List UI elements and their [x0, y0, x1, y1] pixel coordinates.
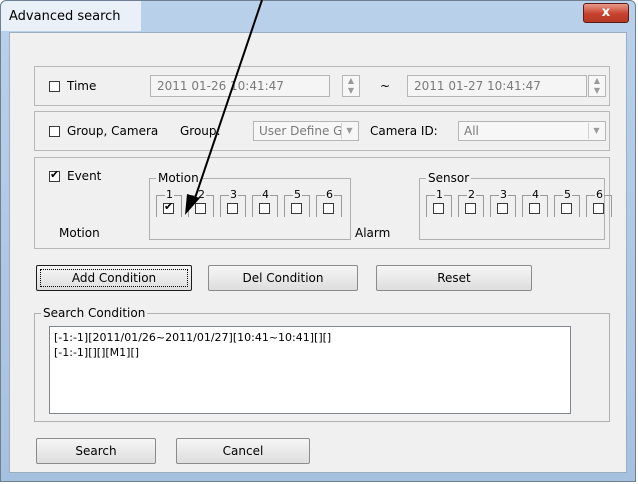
sensor-channel: 1	[426, 188, 452, 217]
camera-id-label: Camera ID:	[370, 124, 438, 138]
sensor-channel-checkbox[interactable]	[561, 203, 572, 214]
motion-channel: 2	[188, 188, 214, 217]
title-bar[interactable]: Advanced search x	[1, 1, 635, 31]
motion-legend: Motion	[156, 171, 201, 185]
group-select-value: User Define G	[259, 124, 343, 138]
end-time-spinner[interactable]: ▲ ▼	[588, 75, 606, 97]
del-condition-button[interactable]: Del Condition	[208, 265, 358, 291]
sensor-channel-checkbox[interactable]	[529, 203, 540, 214]
group-select[interactable]: User Define G ▼	[253, 121, 359, 141]
time-checkbox[interactable]	[49, 81, 60, 92]
motion-channel-number: 2	[197, 188, 206, 201]
cancel-label: Cancel	[222, 444, 264, 458]
sensor-channel-checkbox[interactable]	[465, 203, 476, 214]
spin-up-icon[interactable]: ▲	[343, 76, 359, 86]
end-time-field[interactable]: 2011 01-27 10:41:47	[407, 75, 587, 97]
chevron-down-icon[interactable]: ▼	[341, 123, 357, 139]
sensor-channel: 5	[554, 188, 580, 217]
spin-down-icon[interactable]: ▼	[343, 86, 359, 96]
sensor-channel-checkbox[interactable]	[593, 203, 604, 214]
event-checkbox[interactable]	[49, 168, 60, 182]
start-time-field[interactable]: 2011 01-26 10:41:47	[150, 75, 330, 97]
add-condition-button[interactable]: Add Condition	[36, 265, 192, 291]
condition-line: [-1:-1][2011/01/26~2011/01/27][10:41~10:…	[54, 331, 332, 344]
motion-channel: 6	[316, 188, 342, 217]
motion-channel: 3	[220, 188, 246, 217]
sensor-legend: Sensor	[426, 171, 472, 185]
close-icon: x	[601, 5, 611, 20]
sensor-channel-number: 2	[467, 188, 476, 201]
motion-fieldset: Motion 1 2 3 4 5 6	[149, 171, 351, 240]
camera-id-select[interactable]: All ▼	[458, 121, 606, 141]
condition-line: [-1:-1][][][M1][]	[54, 346, 140, 359]
motion-channel: 4	[252, 188, 278, 217]
sensor-channel-checkbox[interactable]	[497, 203, 508, 214]
search-label: Search	[75, 444, 117, 458]
sensor-channel-number: 5	[563, 188, 572, 201]
motion-channel-checkbox[interactable]	[195, 203, 206, 214]
advanced-search-window: Advanced search x Time 2011 01-26 10:41:…	[0, 0, 636, 482]
sensor-channel-checkbox[interactable]	[433, 203, 444, 214]
focus-rect	[40, 269, 188, 287]
time-range-separator: ~	[380, 79, 391, 93]
chevron-down-icon[interactable]: ▼	[588, 123, 604, 139]
group-camera-group: Group, Camera Group: User Define G ▼ Cam…	[34, 111, 610, 151]
sensor-channel: 4	[522, 188, 548, 217]
sensor-fieldset: Sensor 1 2 3 4 5 6	[419, 171, 612, 240]
motion-channel-number: 4	[261, 188, 270, 201]
window-title: Advanced search	[9, 9, 121, 24]
sensor-channel: 6	[586, 188, 612, 217]
spin-down-icon[interactable]: ▼	[589, 86, 605, 96]
search-condition-legend: Search Condition	[41, 306, 148, 320]
motion-channel: 5	[284, 188, 310, 217]
event-group: Event Motion 1 2 3 4 5 6 Sensor 1 2 3 4 5 6 Motion…	[34, 157, 612, 249]
motion-channel-number: 3	[229, 188, 238, 201]
reset-label: Reset	[437, 271, 471, 285]
search-condition-list[interactable]: [-1:-1][2011/01/26~2011/01/27][10:41~10:…	[49, 326, 571, 414]
group-camera-label: Group, Camera	[67, 124, 159, 138]
motion-channel-checkbox[interactable]	[291, 203, 302, 214]
dialog-client-area: Time 2011 01-26 10:41:47 ▲ ▼ ~ 2011 01-27…	[9, 32, 627, 473]
group-label: Group:	[180, 124, 221, 138]
reset-button[interactable]: Reset	[376, 265, 532, 291]
alarm-row-label: Alarm	[355, 226, 391, 240]
sensor-channel-number: 3	[499, 188, 508, 201]
motion-channel-checkbox[interactable]	[163, 200, 174, 214]
motion-channel-checkbox[interactable]	[323, 203, 334, 214]
motion-channel-number: 5	[293, 188, 302, 201]
search-button[interactable]: Search	[36, 438, 156, 464]
sensor-channel: 2	[458, 188, 484, 217]
motion-channel: 1	[156, 188, 182, 217]
camera-id-select-value: All	[464, 124, 479, 138]
group-camera-checkbox[interactable]	[49, 126, 60, 137]
search-condition-fieldset: Search Condition [-1:-1][2011/01/26~2011…	[34, 306, 610, 422]
motion-row-label: Motion	[59, 226, 100, 240]
spin-up-icon[interactable]: ▲	[589, 76, 605, 86]
sensor-channel: 3	[490, 188, 516, 217]
motion-channel-number: 6	[325, 188, 334, 201]
sensor-channel-number: 4	[531, 188, 540, 201]
cancel-button[interactable]: Cancel	[176, 438, 310, 464]
start-time-spinner[interactable]: ▲ ▼	[342, 75, 360, 97]
time-group: Time 2011 01-26 10:41:47 ▲ ▼ ~ 2011 01-27…	[34, 66, 610, 106]
sensor-channel-number: 1	[435, 188, 444, 201]
motion-channel-checkbox[interactable]	[227, 203, 238, 214]
motion-channel-checkbox[interactable]	[259, 203, 270, 214]
close-button[interactable]: x	[583, 3, 629, 23]
sensor-channel-number: 6	[595, 188, 604, 201]
del-condition-label: Del Condition	[242, 271, 324, 285]
event-label: Event	[67, 169, 102, 183]
time-label: Time	[67, 79, 97, 93]
